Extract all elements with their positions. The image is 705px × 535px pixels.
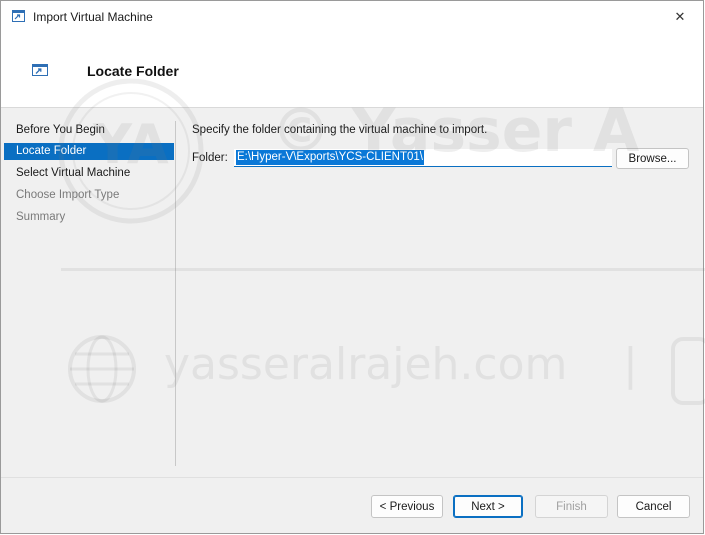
nav-divider (175, 121, 176, 466)
folder-label: Folder: (192, 152, 228, 164)
nav-step-locate-folder[interactable]: Locate Folder (4, 143, 174, 160)
cancel-button[interactable]: Cancel (617, 495, 690, 518)
next-button[interactable]: Next > (453, 495, 523, 518)
page-title: Locate Folder (87, 63, 179, 79)
wizard-header: Locate Folder (1, 32, 703, 108)
finish-button: Finish (535, 495, 608, 518)
nav-step-before-you-begin[interactable]: Before You Begin (4, 122, 174, 139)
linkedin-icon (671, 337, 705, 405)
import-vm-icon (32, 64, 48, 76)
instruction-text: Specify the folder containing the virtua… (192, 124, 488, 136)
import-vm-icon (12, 10, 25, 22)
import-vm-window: Import Virtual Machine ✕ Locate Folder B… (0, 0, 705, 534)
wizard-steps (1, 108, 176, 468)
title-bar: Import Virtual Machine ✕ (1, 1, 703, 32)
close-icon: ✕ (674, 8, 686, 24)
footer-separator (1, 477, 703, 478)
window-title: Import Virtual Machine (33, 10, 153, 24)
nav-step-choose-import-type: Choose Import Type (16, 189, 120, 201)
previous-button[interactable]: < Previous (371, 495, 443, 518)
folder-path-input[interactable]: E:\Hyper-V\Exports\YCS-CLIENT01\ (234, 149, 612, 167)
close-button[interactable]: ✕ (657, 1, 703, 32)
nav-step-summary: Summary (16, 211, 66, 223)
folder-path-value: E:\Hyper-V\Exports\YCS-CLIENT01\ (236, 150, 424, 165)
browse-button[interactable]: Browse... (616, 148, 689, 169)
nav-step-select-vm[interactable]: Select Virtual Machine (4, 165, 174, 182)
watermark-site: yasseralrajeh.com (164, 339, 568, 390)
watermark-separator: | (623, 339, 638, 390)
